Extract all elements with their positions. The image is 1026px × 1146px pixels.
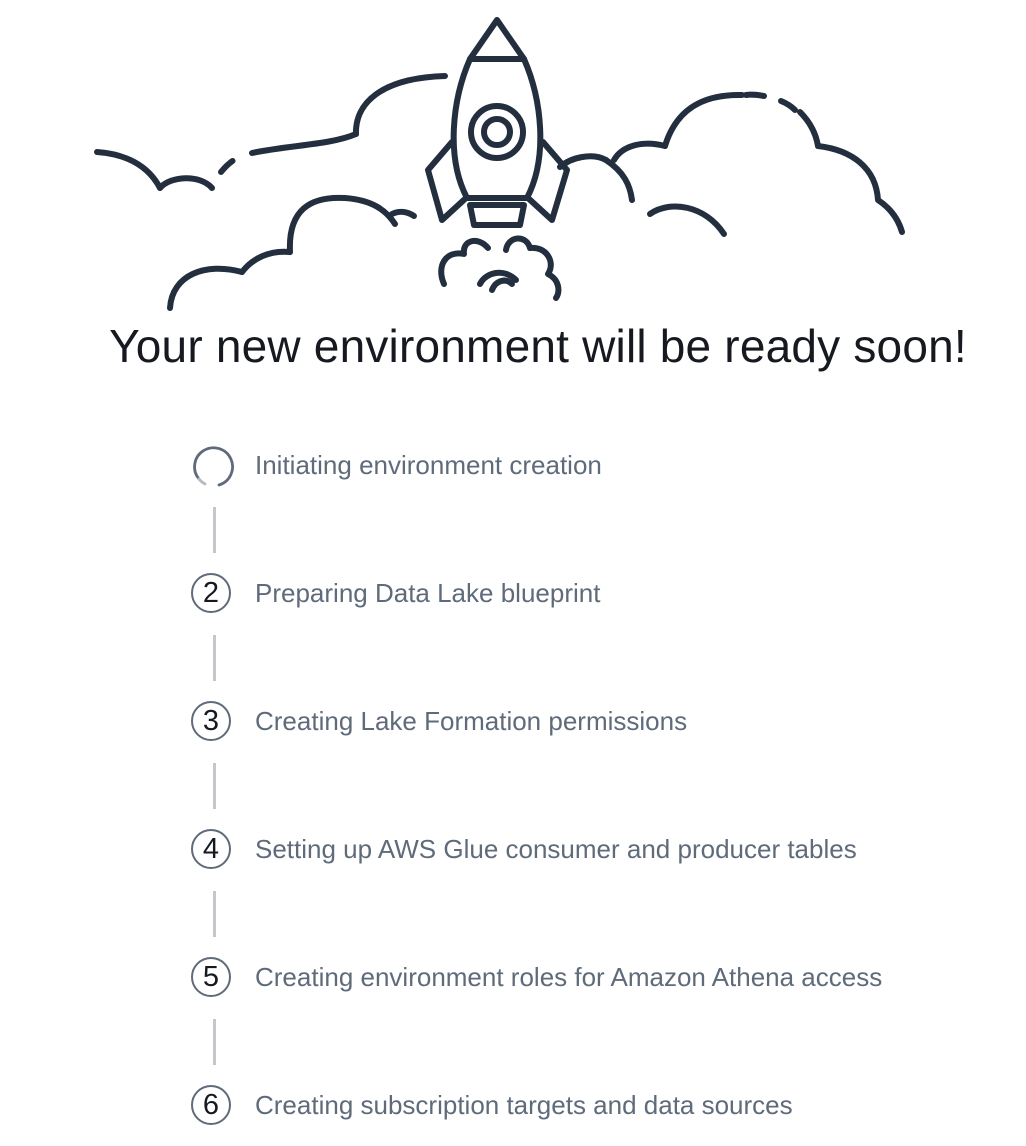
step-number-badge: 2 — [189, 571, 237, 619]
step-number: 4 — [191, 829, 231, 869]
loading-spinner — [189, 443, 237, 491]
spinner-icon — [193, 446, 234, 487]
step-number-badge: 3 — [189, 699, 237, 747]
step-label: Creating environment roles for Amazon At… — [255, 962, 883, 992]
step-preparing-blueprint: 2 Preparing Data Lake blueprint — [189, 571, 989, 619]
step-glue-tables: 4 Setting up AWS Glue consumer and produ… — [189, 827, 989, 875]
step-number-badge: 5 — [189, 955, 237, 1003]
step-number: 2 — [191, 573, 231, 613]
step-athena-roles: 5 Creating environment roles for Amazon … — [189, 955, 989, 1003]
step-number-badge: 4 — [189, 827, 237, 875]
step-label: Preparing Data Lake blueprint — [255, 578, 601, 608]
step-initiating: Initiating environment creation — [189, 443, 989, 491]
step-number: 3 — [191, 701, 231, 741]
step-label: Creating Lake Formation permissions — [255, 706, 688, 736]
step-number: 6 — [191, 1085, 231, 1125]
step-label: Creating subscription targets and data s… — [255, 1090, 793, 1120]
step-lake-formation-permissions: 3 Creating Lake Formation permissions — [189, 699, 989, 747]
progress-steps: Initiating environment creation 2 Prepar… — [0, 0, 1026, 1146]
step-label: Initiating environment creation — [255, 450, 602, 480]
step-number-badge: 6 — [189, 1083, 237, 1131]
step-label: Setting up AWS Glue consumer and produce… — [255, 834, 857, 864]
step-number: 5 — [191, 957, 231, 997]
step-subscription-targets: 6 Creating subscription targets and data… — [189, 1083, 989, 1131]
